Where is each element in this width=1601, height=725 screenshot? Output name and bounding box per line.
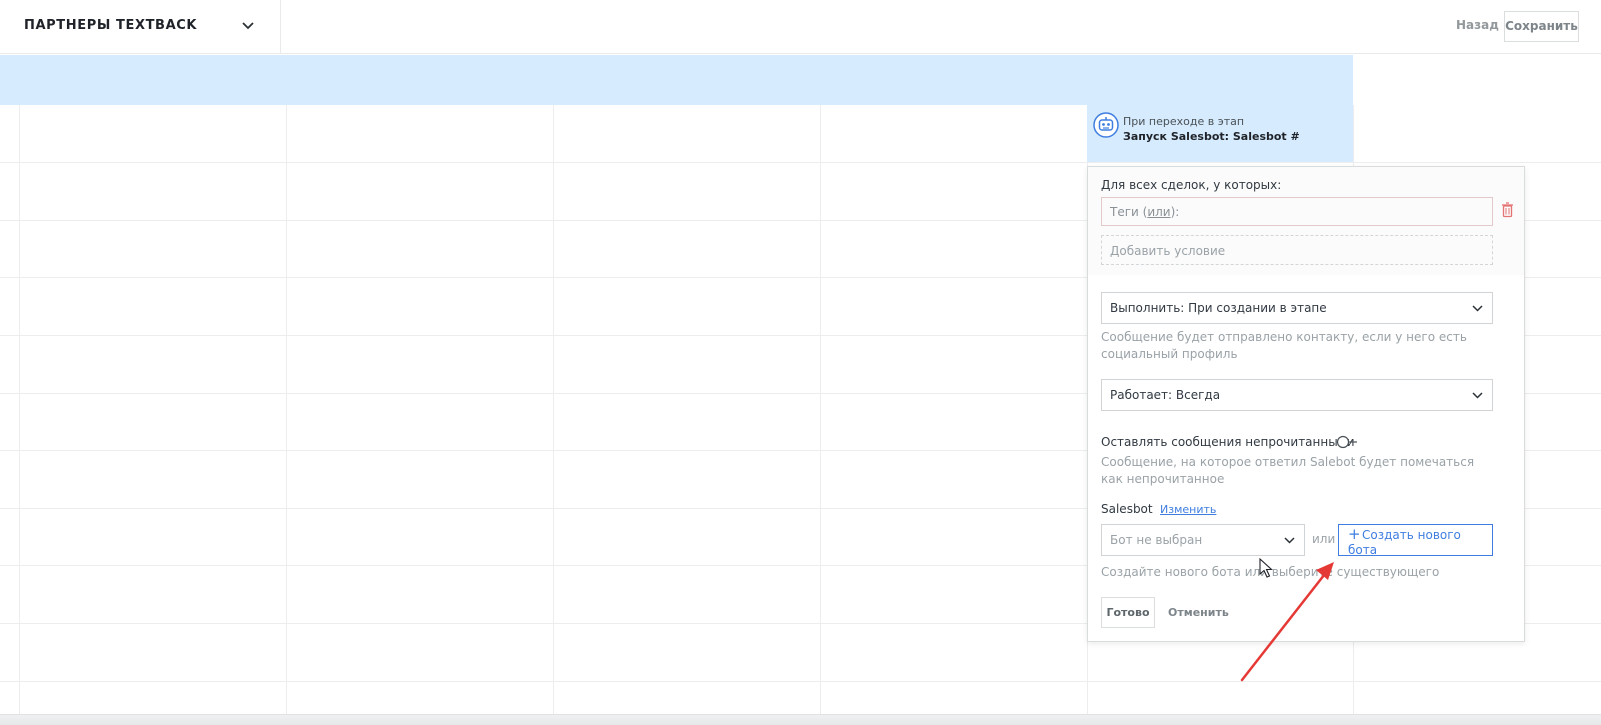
- works-select[interactable]: Работает: Всегда: [1101, 379, 1493, 411]
- execute-select[interactable]: Выполнить: При создании в этапе: [1101, 292, 1493, 324]
- salesbot-label: Salesbot: [1101, 502, 1153, 516]
- save-button[interactable]: Сохранить: [1504, 11, 1579, 42]
- execute-select-value: Выполнить: При создании в этапе: [1110, 301, 1327, 315]
- tags-condition-field[interactable]: Теги (или):: [1101, 197, 1493, 226]
- grid-row-line: [0, 681, 1601, 682]
- top-bar: ПАРТНЕРЫ TEXTBACK Назад Сохранить: [0, 0, 1601, 54]
- chevron-down-icon: [1472, 392, 1483, 399]
- chevron-down-icon: [1284, 537, 1295, 544]
- annotation-arrow-icon: [1240, 562, 1334, 682]
- tags-label: Теги (: [1110, 205, 1148, 219]
- trigger-name: Запуск Salesbot: Salesbot #: [1123, 130, 1300, 143]
- back-link[interactable]: Назад: [1456, 18, 1499, 32]
- horizontal-scrollbar[interactable]: [0, 714, 1601, 725]
- done-button[interactable]: Готово: [1101, 597, 1155, 628]
- trigger-card[interactable]: При переходе в этап Запуск Salesbot: Sal…: [1087, 105, 1353, 162]
- robot-icon: [1093, 112, 1119, 138]
- chevron-down-icon[interactable]: [240, 18, 256, 34]
- tags-suffix: ):: [1170, 205, 1180, 219]
- keep-unread-hint: Сообщение, на которое ответил Salebot бу…: [1101, 455, 1475, 486]
- chevron-down-icon: [1472, 305, 1483, 312]
- or-separator: или: [1312, 532, 1336, 546]
- works-select-value: Работает: Всегда: [1110, 388, 1221, 402]
- grid-row-line: [0, 162, 1601, 163]
- stage-header-band: [0, 55, 1353, 105]
- bot-select[interactable]: Бот не выбран: [1101, 524, 1305, 556]
- trigger-caption: При переходе в этап: [1123, 115, 1245, 128]
- bot-select-value: Бот не выбран: [1110, 533, 1203, 547]
- pipeline-selector[interactable]: ПАРТНЕРЫ TEXTBACK: [0, 0, 281, 54]
- keep-unread-toggle[interactable]: [1336, 435, 1358, 449]
- trash-icon[interactable]: [1501, 202, 1514, 218]
- for-all-deals-label: Для всех сделок, у которых:: [1101, 178, 1282, 192]
- cancel-button[interactable]: Отменить: [1164, 597, 1233, 628]
- plus-icon: +: [1348, 525, 1361, 543]
- pipeline-title: ПАРТНЕРЫ TEXTBACK: [24, 18, 198, 33]
- create-bot-label: Создать нового бота: [1348, 528, 1461, 557]
- change-salesbot-link[interactable]: Изменить: [1160, 503, 1216, 516]
- execute-hint: Сообщение будет отправлено контакту, есл…: [1101, 330, 1467, 361]
- create-bot-button[interactable]: +Создать нового бота: [1338, 524, 1493, 557]
- mouse-cursor-icon: [1259, 558, 1273, 578]
- tags-or-link[interactable]: или: [1147, 205, 1170, 219]
- keep-unread-label: Оставлять сообщения непрочитанными: [1101, 435, 1355, 449]
- add-condition-button[interactable]: Добавить условие: [1101, 235, 1493, 265]
